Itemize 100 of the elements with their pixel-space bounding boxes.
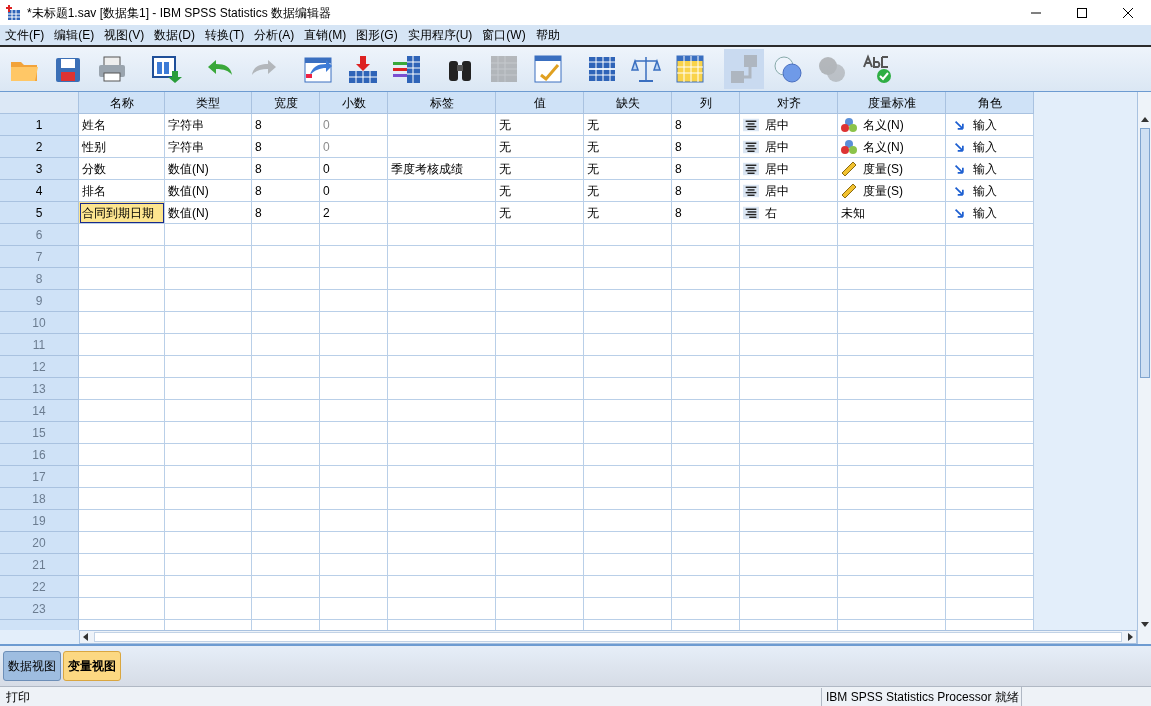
table-cell[interactable] — [252, 268, 320, 290]
table-cell[interactable] — [672, 312, 740, 334]
table-cell[interactable] — [584, 422, 672, 444]
table-cell[interactable] — [838, 246, 946, 268]
table-cell[interactable] — [496, 356, 584, 378]
table-cell[interactable] — [838, 598, 946, 620]
table-cell[interactable]: 无 — [584, 114, 672, 136]
menu-item[interactable]: 直销(M) — [299, 25, 352, 45]
table-cell[interactable]: 字符串 — [165, 136, 252, 158]
table-cell[interactable] — [388, 114, 496, 136]
table-cell[interactable] — [79, 224, 165, 246]
table-cell[interactable] — [252, 510, 320, 532]
table-cell[interactable] — [672, 268, 740, 290]
table-cell[interactable] — [838, 378, 946, 400]
table-cell[interactable] — [320, 246, 388, 268]
table-cell[interactable] — [388, 202, 496, 224]
table-cell[interactable]: 0 — [320, 158, 388, 180]
table-cell[interactable]: 2 — [320, 202, 388, 224]
table-cell[interactable] — [946, 246, 1034, 268]
table-cell[interactable]: 居中 — [740, 180, 838, 202]
table-cell[interactable] — [165, 334, 252, 356]
table-cell[interactable] — [252, 246, 320, 268]
menu-item[interactable]: 视图(V) — [99, 25, 150, 45]
table-cell[interactable] — [672, 532, 740, 554]
table-cell[interactable] — [496, 576, 584, 598]
menu-item[interactable]: 分析(A) — [249, 25, 300, 45]
table-cell[interactable]: 度量(S) — [838, 180, 946, 202]
table-cell[interactable] — [79, 422, 165, 444]
table-cell[interactable] — [740, 378, 838, 400]
table-cell[interactable] — [740, 312, 838, 334]
table-cell[interactable] — [388, 422, 496, 444]
column-header[interactable]: 值 — [496, 92, 584, 114]
table-cell[interactable] — [584, 400, 672, 422]
table-cell[interactable] — [252, 400, 320, 422]
table-cell[interactable] — [496, 224, 584, 246]
table-cell[interactable] — [79, 598, 165, 620]
table-cell[interactable] — [740, 598, 838, 620]
table-cell[interactable]: 右 — [740, 202, 838, 224]
table-cell[interactable] — [165, 532, 252, 554]
column-header[interactable]: 对齐 — [740, 92, 838, 114]
table-cell[interactable] — [672, 422, 740, 444]
table-cell[interactable] — [584, 598, 672, 620]
table-cell[interactable] — [740, 444, 838, 466]
table-cell[interactable] — [838, 576, 946, 598]
table-cell[interactable] — [388, 510, 496, 532]
table-cell[interactable] — [165, 488, 252, 510]
table-cell[interactable] — [165, 466, 252, 488]
menu-item[interactable]: 文件(F) — [0, 25, 50, 45]
table-cell[interactable] — [252, 356, 320, 378]
table-cell[interactable] — [79, 532, 165, 554]
table-cell[interactable] — [165, 400, 252, 422]
table-cell[interactable] — [672, 246, 740, 268]
table-cell[interactable]: 分数 — [79, 158, 165, 180]
table-cell[interactable] — [496, 312, 584, 334]
table-cell[interactable] — [584, 488, 672, 510]
table-cell[interactable] — [320, 422, 388, 444]
table-cell[interactable] — [946, 312, 1034, 334]
table-cell[interactable] — [165, 422, 252, 444]
column-header[interactable]: 宽度 — [252, 92, 320, 114]
table-cell[interactable] — [252, 422, 320, 444]
table-cell[interactable] — [388, 334, 496, 356]
table-cell[interactable] — [79, 400, 165, 422]
table-cell[interactable] — [838, 422, 946, 444]
menu-item[interactable]: 实用程序(U) — [402, 25, 478, 45]
table-cell[interactable] — [946, 488, 1034, 510]
menu-item[interactable]: 编辑(E) — [49, 25, 100, 45]
table-cell[interactable] — [320, 268, 388, 290]
table-cell[interactable] — [388, 378, 496, 400]
table-cell[interactable] — [838, 532, 946, 554]
table-cell[interactable] — [320, 444, 388, 466]
table-cell[interactable] — [79, 510, 165, 532]
table-cell[interactable]: 排名 — [79, 180, 165, 202]
table-cell[interactable] — [79, 334, 165, 356]
row-header[interactable]: 1 — [0, 114, 79, 136]
horizontal-scrollbar[interactable] — [79, 630, 1137, 644]
table-cell[interactable] — [946, 224, 1034, 246]
table-cell[interactable] — [320, 510, 388, 532]
table-cell[interactable] — [672, 400, 740, 422]
table-cell[interactable] — [584, 466, 672, 488]
table-cell[interactable] — [584, 290, 672, 312]
table-cell[interactable] — [388, 224, 496, 246]
table-cell[interactable] — [496, 466, 584, 488]
table-cell[interactable] — [320, 290, 388, 312]
table-cell[interactable]: 0 — [320, 180, 388, 202]
table-cell[interactable] — [584, 334, 672, 356]
table-cell[interactable] — [252, 554, 320, 576]
table-cell[interactable] — [946, 400, 1034, 422]
table-cell[interactable] — [838, 290, 946, 312]
table-cell[interactable] — [740, 576, 838, 598]
table-cell[interactable] — [165, 312, 252, 334]
table-cell[interactable] — [252, 488, 320, 510]
table-cell[interactable] — [79, 488, 165, 510]
column-header[interactable]: 小数 — [320, 92, 388, 114]
table-cell[interactable] — [165, 356, 252, 378]
table-cell[interactable]: 8 — [252, 202, 320, 224]
table-cell[interactable] — [946, 466, 1034, 488]
table-cell[interactable] — [584, 532, 672, 554]
table-cell[interactable] — [496, 598, 584, 620]
table-cell[interactable] — [584, 356, 672, 378]
table-cell[interactable] — [740, 510, 838, 532]
